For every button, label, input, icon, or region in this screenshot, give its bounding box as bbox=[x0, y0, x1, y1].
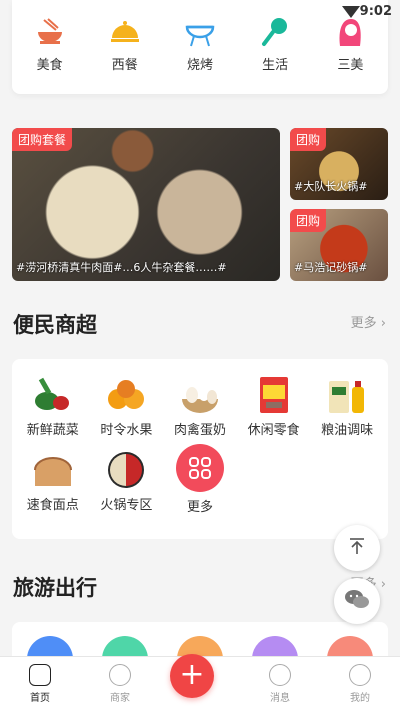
plus-icon: + bbox=[170, 654, 214, 698]
mart-item-label: 肉禽蛋奶 bbox=[173, 423, 226, 438]
back-to-top-button[interactable] bbox=[334, 525, 380, 571]
tab-label: 商家 bbox=[110, 693, 130, 704]
mart-item-meat-eggs[interactable]: 肉禽蛋奶 bbox=[163, 375, 237, 438]
category-label: 美食 bbox=[36, 58, 63, 73]
category-label: 生活 bbox=[262, 58, 289, 73]
category-bbq[interactable]: 烧烤 bbox=[170, 16, 230, 94]
mart-item-hotpot[interactable]: 火锅专区 bbox=[90, 450, 164, 515]
travel-section-title: 旅游出行 bbox=[13, 576, 97, 600]
mart-item-label: 新鲜蔬菜 bbox=[26, 423, 79, 438]
mart-grid-card: 新鲜蔬菜 时令水果 肉禽蛋奶 休闲零食 粮油调味 速食面点 火锅专区 更多 bbox=[12, 359, 388, 539]
mart-item-label: 火锅专区 bbox=[100, 498, 153, 513]
status-time: 9:02 bbox=[359, 4, 392, 19]
mart-item-label: 时令水果 bbox=[100, 423, 153, 438]
tab-publish[interactable]: + bbox=[170, 654, 230, 704]
category-life[interactable]: 生活 bbox=[245, 16, 305, 94]
bread-icon bbox=[31, 450, 75, 490]
promo-main[interactable]: 团购套餐 #涝河桥清真牛肉面#…6人牛杂套餐……# bbox=[12, 128, 280, 281]
profile-icon bbox=[349, 664, 371, 686]
chevron-right-icon: › bbox=[380, 577, 386, 592]
mart-item-vegetables[interactable]: 新鲜蔬菜 bbox=[16, 375, 90, 438]
promo-caption: #马浩记砂锅# bbox=[294, 261, 368, 274]
mart-item-more[interactable]: 更多 bbox=[163, 444, 237, 515]
promo-side-2[interactable]: 团购 #马浩记砂锅# bbox=[290, 209, 388, 281]
oranges-icon bbox=[104, 375, 148, 415]
tab-label: 我的 bbox=[350, 693, 370, 704]
mart-item-snacks[interactable]: 休闲零食 bbox=[237, 375, 311, 438]
mart-item-instant-food[interactable]: 速食面点 bbox=[16, 450, 90, 515]
tab-profile[interactable]: 我的 bbox=[330, 664, 390, 704]
arrow-up-icon bbox=[347, 536, 367, 561]
home-icon bbox=[29, 664, 51, 686]
grid-more-icon bbox=[175, 444, 224, 492]
mart-item-grain-oil[interactable]: 粮油调味 bbox=[310, 375, 384, 438]
mart-item-label: 粮油调味 bbox=[321, 423, 374, 438]
more-label: 更多 bbox=[350, 316, 377, 331]
snack-bag-icon bbox=[252, 375, 296, 415]
promo-tag: 团购套餐 bbox=[12, 128, 73, 151]
tab-messages[interactable]: 消息 bbox=[250, 664, 310, 704]
tab-merchants[interactable]: 商家 bbox=[90, 664, 150, 704]
mart-item-label: 速食面点 bbox=[26, 498, 79, 513]
promo-caption: #大队长火锅# bbox=[294, 180, 368, 193]
wechat-icon bbox=[344, 588, 370, 615]
category-label: 烧烤 bbox=[186, 58, 213, 73]
chevron-right-icon: › bbox=[380, 316, 386, 331]
promo-caption: #涝河桥清真牛肉面#…6人牛杂套餐……# bbox=[16, 261, 227, 274]
category-label: 三美 bbox=[337, 58, 364, 73]
wechat-share-button[interactable] bbox=[334, 578, 380, 624]
mart-item-label: 更多 bbox=[186, 500, 213, 515]
promo-tag: 团购 bbox=[290, 128, 327, 151]
message-icon bbox=[269, 664, 291, 686]
mart-item-label: 休闲零食 bbox=[247, 423, 300, 438]
tab-home[interactable]: 首页 bbox=[10, 664, 70, 704]
mart-section-title: 便民商超 bbox=[13, 313, 97, 337]
category-food[interactable]: 美食 bbox=[20, 16, 80, 94]
tab-label: 首页 bbox=[30, 693, 50, 704]
shop-icon bbox=[109, 664, 131, 686]
eggs-icon bbox=[178, 375, 222, 415]
wifi-icon bbox=[342, 6, 360, 18]
hotpot-icon bbox=[104, 450, 148, 490]
promo-tag: 团购 bbox=[290, 209, 327, 232]
rice-oil-icon bbox=[325, 375, 369, 415]
tab-label: 消息 bbox=[270, 693, 290, 704]
category-label: 西餐 bbox=[111, 58, 138, 73]
status-bar: 9:02 bbox=[0, 0, 400, 24]
promo-side-1[interactable]: 团购 #大队长火锅# bbox=[290, 128, 388, 200]
category-western[interactable]: 西餐 bbox=[95, 16, 155, 94]
group-buy-promos: 团购套餐 #涝河桥清真牛肉面#…6人牛杂套餐……# 团购 #大队长火锅# 团购 … bbox=[12, 128, 388, 281]
vegetables-icon bbox=[31, 375, 75, 415]
bottom-tab-bar: 首页 商家 + 消息 我的 bbox=[0, 654, 400, 710]
category-beauty[interactable]: 三美 bbox=[320, 16, 380, 94]
mart-item-fruit[interactable]: 时令水果 bbox=[90, 375, 164, 438]
mart-more-link[interactable]: 更多 › bbox=[351, 312, 386, 331]
